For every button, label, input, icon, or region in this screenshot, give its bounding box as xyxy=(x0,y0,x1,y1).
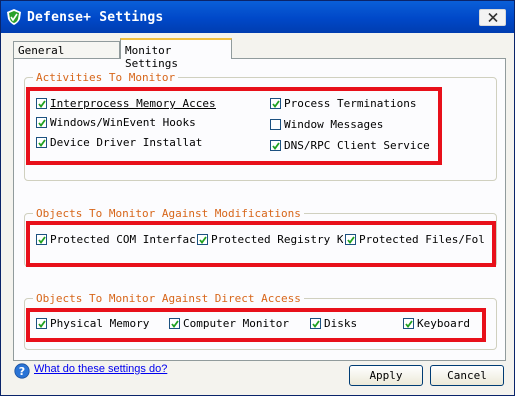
svg-text:?: ? xyxy=(19,365,25,378)
modifications-group-label: Objects To Monitor Against Modifications xyxy=(33,207,304,220)
help-icon[interactable]: ? xyxy=(14,363,30,379)
tab-label: Monitor Settings xyxy=(125,44,178,70)
tab-general-settings[interactable]: General Settings xyxy=(13,41,120,70)
close-icon xyxy=(488,13,498,22)
highlight-box-activities xyxy=(26,87,442,165)
highlight-box-direct-access xyxy=(26,308,486,342)
direct-access-group-label: Objects To Monitor Against Direct Access xyxy=(33,292,304,305)
close-button[interactable] xyxy=(479,9,506,26)
window-title: Defense+ Settings xyxy=(27,10,164,25)
activities-group-label: Activities To Monitor xyxy=(33,71,179,84)
highlight-box-modifications xyxy=(26,221,496,267)
cancel-button[interactable]: Cancel xyxy=(430,365,504,386)
help-link[interactable]: What do these settings do? xyxy=(34,363,167,375)
title-bar[interactable]: Defense+ Settings xyxy=(1,1,514,33)
tab-monitor-settings[interactable]: Monitor Settings xyxy=(120,38,232,70)
shield-icon xyxy=(7,9,21,25)
dialog-body: General Settings Monitor Settings Activi… xyxy=(5,33,510,391)
settings-window: Defense+ Settings General Settings Monit… xyxy=(0,0,515,396)
apply-button[interactable]: Apply xyxy=(349,365,423,386)
monitor-settings-panel: Activities To Monitor Interprocess Memor… xyxy=(13,58,506,361)
